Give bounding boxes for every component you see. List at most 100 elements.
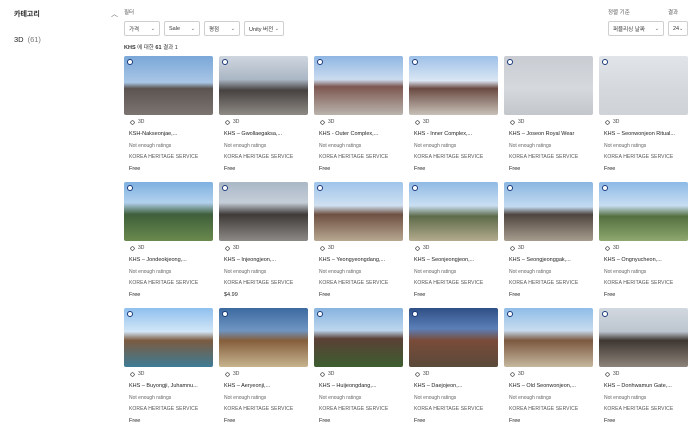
asset-type-badge: 3D (509, 119, 593, 125)
asset-publisher[interactable]: KOREA HERITAGE SERVICE (319, 280, 403, 286)
asset-publisher[interactable]: KOREA HERITAGE SERVICE (604, 280, 688, 286)
asset-publisher[interactable]: KOREA HERITAGE SERVICE (604, 406, 688, 412)
asset-publisher[interactable]: KOREA HERITAGE SERVICE (509, 406, 593, 412)
asset-thumbnail[interactable] (409, 56, 498, 115)
asset-thumbnail[interactable] (124, 308, 213, 367)
asset-publisher[interactable]: KOREA HERITAGE SERVICE (319, 406, 403, 412)
asset-title[interactable]: KHS – Huijeongdang,... (319, 383, 401, 389)
per-page-dropdown[interactable]: 24 ⌄ (668, 21, 688, 36)
category-header[interactable]: 카테고리 ︿ (14, 8, 118, 20)
asset-thumbnail[interactable] (504, 308, 593, 367)
asset-thumbnail[interactable] (314, 56, 403, 115)
asset-card[interactable]: 3D KHS – Huijeongdang,... Not enough ratin… (314, 308, 403, 428)
asset-publisher[interactable]: KOREA HERITAGE SERVICE (414, 280, 498, 286)
asset-price: Free (604, 418, 616, 424)
asset-card[interactable]: 3D KHS - Outer Complex,... Not enough rati… (314, 56, 403, 176)
asset-title[interactable]: KHS – Seonwonjeon Ritual... (604, 131, 686, 137)
asset-type-badge: 3D (509, 371, 593, 377)
sale-filter-dropdown[interactable]: Sale ⌄ (164, 21, 200, 36)
asset-card[interactable]: 3D KSH-Nakseonjae,... Not enough ratings KO… (124, 56, 213, 176)
asset-thumbnail[interactable] (409, 308, 498, 367)
asset-card[interactable]: 3D KHS – Seongjeonggak,... Not enough rati… (504, 182, 593, 302)
asset-price: Free (604, 292, 616, 298)
asset-title[interactable]: KHS – Injeongjeon,... (224, 257, 306, 263)
asset-title[interactable]: KHS – Buyongji, Juhamnu... (129, 383, 211, 389)
asset-publisher[interactable]: KOREA HERITAGE SERVICE (129, 406, 213, 412)
asset-title[interactable]: KHS – Gwollaegaksa,... (224, 131, 306, 137)
asset-publisher[interactable]: KOREA HERITAGE SERVICE (129, 154, 213, 160)
asset-thumbnail[interactable] (219, 56, 308, 115)
asset-publisher[interactable]: KOREA HERITAGE SERVICE (604, 154, 688, 160)
category-item-3d[interactable]: 3D (61) (14, 35, 118, 44)
asset-type-label: 3D (328, 119, 335, 125)
heritage-logo-icon (412, 59, 418, 65)
asset-title[interactable]: KSH-Nakseonjae,... (129, 131, 211, 137)
asset-price: Free (319, 418, 331, 424)
asset-title[interactable]: KHS – Daejojeon,... (414, 383, 496, 389)
cube-3d-icon (509, 371, 516, 377)
asset-type-label: 3D (613, 245, 620, 251)
cube-3d-icon (414, 245, 421, 251)
asset-thumbnail[interactable] (124, 182, 213, 241)
cube-3d-icon (509, 119, 516, 125)
asset-title[interactable]: KHS – Donhwamun Gate,... (604, 383, 686, 389)
asset-thumbnail[interactable] (219, 308, 308, 367)
dropdown-label: Sale (169, 25, 181, 32)
asset-thumbnail[interactable] (599, 56, 688, 115)
asset-card[interactable]: 3D KHS - Inner Complex,... Not enough rati… (409, 56, 498, 176)
asset-card[interactable]: 3D KHS – Seonjeongjeon,... Not enough rati… (409, 182, 498, 302)
asset-card[interactable]: 3D KHS – Seonwonjeon Ritual... Not enough … (599, 56, 688, 176)
asset-title[interactable]: KHS – Aeryeonji,... (224, 383, 306, 389)
asset-publisher[interactable]: KOREA HERITAGE SERVICE (319, 154, 403, 160)
asset-thumbnail[interactable] (124, 56, 213, 115)
asset-publisher[interactable]: KOREA HERITAGE SERVICE (509, 154, 593, 160)
asset-thumbnail[interactable] (314, 308, 403, 367)
asset-thumbnail[interactable] (599, 308, 688, 367)
asset-card[interactable]: 3D KHS – Donhwamun Gate,... Not enough rat… (599, 308, 688, 428)
asset-title[interactable]: KHS – Joseon Royal Wear (509, 131, 591, 137)
chevron-down-icon: ⌄ (150, 25, 155, 32)
asset-title[interactable]: KHS – Seongjeonggak,... (509, 257, 591, 263)
asset-type-label: 3D (423, 119, 430, 125)
asset-title[interactable]: KHS – Seonjeongjeon,... (414, 257, 496, 263)
asset-thumbnail[interactable] (504, 56, 593, 115)
asset-thumbnail[interactable] (599, 182, 688, 241)
asset-publisher[interactable]: KOREA HERITAGE SERVICE (224, 154, 308, 160)
asset-thumbnail[interactable] (504, 182, 593, 241)
price-filter-dropdown[interactable]: 가격 ⌄ (124, 21, 160, 36)
asset-publisher[interactable]: KOREA HERITAGE SERVICE (509, 280, 593, 286)
asset-card[interactable]: 3D KHS – Gwollaegaksa,... Not enough ratin… (219, 56, 308, 176)
asset-thumbnail[interactable] (219, 182, 308, 241)
asset-thumbnail[interactable] (314, 182, 403, 241)
asset-card[interactable]: 3D KHS – Buyongji, Juhamnu... Not enough r… (124, 308, 213, 428)
asset-card[interactable]: 3D KHS – Aeryeonji,... Not enough ratings K… (219, 308, 308, 428)
asset-publisher[interactable]: KOREA HERITAGE SERVICE (224, 280, 308, 286)
asset-card[interactable]: 3D KHS – Jondeokjeong,... Not enough ratin… (124, 182, 213, 302)
chevron-up-icon[interactable]: ︿ (111, 11, 118, 18)
asset-card[interactable]: 3D KHS – Daejojeon,... Not enough ratings K… (409, 308, 498, 428)
asset-card[interactable]: 3D KHS – Ongnyucheon,... Not enough rating… (599, 182, 688, 302)
asset-card[interactable]: 3D KHS – Joseon Royal Wear Not enough rati… (504, 56, 593, 176)
rating-filter-dropdown[interactable]: 평점 ⌄ (204, 21, 240, 36)
asset-type-label: 3D (138, 119, 145, 125)
asset-card[interactable]: 3D KHS – Yeongyeongdang,... Not enough rat… (314, 182, 403, 302)
sort-dropdown[interactable]: 퍼블리싱 날짜 ⌄ (608, 21, 664, 36)
asset-title[interactable]: KHS – Yeongyeongdang,... (319, 257, 401, 263)
asset-card[interactable]: 3D KHS – Old Seonwonjeon,... Not enough ra… (504, 308, 593, 428)
asset-publisher[interactable]: KOREA HERITAGE SERVICE (414, 406, 498, 412)
asset-thumbnail[interactable] (409, 182, 498, 241)
asset-price: Free (224, 166, 236, 172)
asset-publisher[interactable]: KOREA HERITAGE SERVICE (129, 280, 213, 286)
asset-title[interactable]: KHS – Jondeokjeong,... (129, 257, 211, 263)
asset-title[interactable]: KHS – Old Seonwonjeon,... (509, 383, 591, 389)
asset-card[interactable]: 3D KHS – Injeongjeon,... Not enough rating… (219, 182, 308, 302)
asset-title[interactable]: KHS - Inner Complex,... (414, 131, 496, 137)
unity-version-dropdown[interactable]: Unity 버전 ⌄ (244, 21, 284, 36)
asset-publisher[interactable]: KOREA HERITAGE SERVICE (224, 406, 308, 412)
asset-title[interactable]: KHS - Outer Complex,... (319, 131, 401, 137)
asset-title[interactable]: KHS – Ongnyucheon,... (604, 257, 686, 263)
results-suffix: 결과 1 (163, 45, 178, 51)
heritage-logo-icon (602, 311, 608, 317)
dropdown-label: 가격 (129, 26, 140, 33)
asset-publisher[interactable]: KOREA HERITAGE SERVICE (414, 154, 498, 160)
